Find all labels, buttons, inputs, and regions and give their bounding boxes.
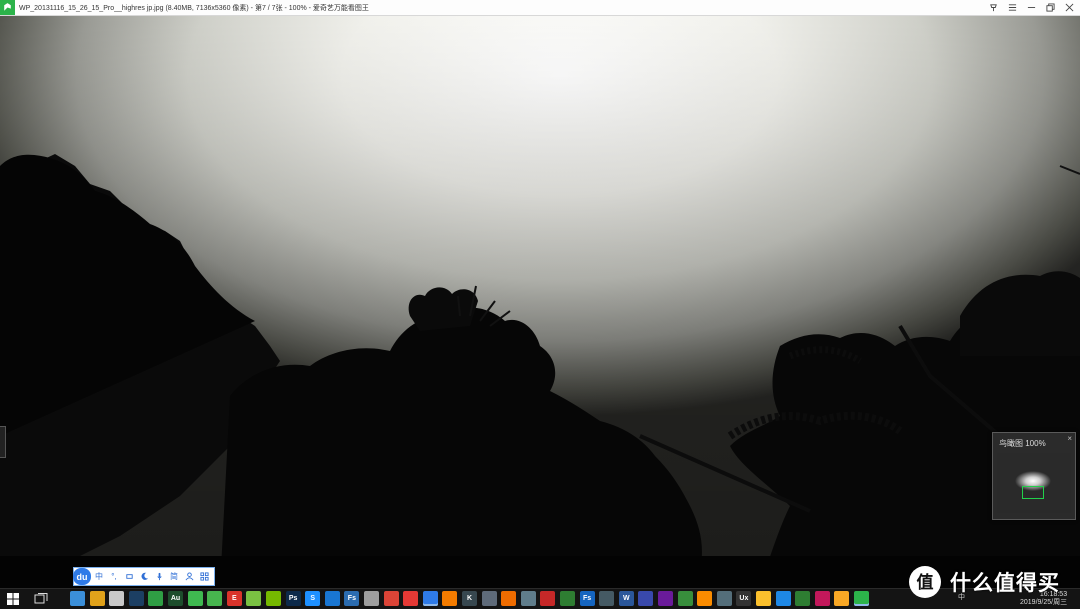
- minimize-icon[interactable]: [1026, 3, 1036, 13]
- ime-lang-toggle[interactable]: 中: [92, 569, 106, 584]
- watermark-logo-icon: 值: [909, 566, 941, 598]
- app-wechat2-icon[interactable]: [560, 591, 575, 606]
- navigator-viewport-rect[interactable]: [1022, 486, 1044, 499]
- left-scroll-handle[interactable]: [0, 426, 6, 458]
- app-sheet-icon[interactable]: [520, 591, 536, 606]
- ime-skin-icon[interactable]: [122, 569, 136, 584]
- app-cat-icon[interactable]: [364, 591, 379, 606]
- app-parrot-icon[interactable]: [246, 591, 262, 606]
- app-orange2-icon[interactable]: [501, 591, 517, 606]
- ime-simplified-toggle[interactable]: 简: [167, 569, 181, 584]
- ime-toolbar[interactable]: du 中 °, 简: [73, 567, 215, 586]
- navigator-panel[interactable]: 鸟瞰图 100% ×: [992, 432, 1076, 520]
- app-files-icon[interactable]: [599, 591, 615, 606]
- app-baidu-icon[interactable]: [422, 591, 438, 606]
- app-green-circle-icon[interactable]: [207, 591, 223, 606]
- app-steam-icon[interactable]: [128, 591, 144, 606]
- app-netease-icon[interactable]: [403, 591, 419, 606]
- ime-mic-icon[interactable]: [152, 569, 166, 584]
- app-audition-icon[interactable]: Au: [168, 591, 183, 606]
- app-wechat-icon[interactable]: [187, 591, 203, 606]
- navigator-title: 鸟瞰图 100%: [999, 439, 1046, 448]
- app-gallery-icon[interactable]: [716, 591, 732, 606]
- app-orange-icon[interactable]: [442, 591, 458, 606]
- image-canvas[interactable]: [0, 16, 1080, 588]
- watermark-text: 什么值得买: [950, 572, 1060, 595]
- ime-punct-icon[interactable]: °,: [107, 569, 121, 584]
- app-explorer-icon[interactable]: [834, 591, 850, 606]
- app-chrome-icon[interactable]: [383, 591, 399, 606]
- app-word-icon[interactable]: W: [618, 591, 634, 606]
- photo-tree-silhouettes: [0, 16, 1080, 588]
- task-view-icon[interactable]: [34, 593, 48, 605]
- navigator-close-button[interactable]: ×: [1067, 434, 1072, 443]
- app-k-icon[interactable]: K: [462, 591, 477, 606]
- title-bar[interactable]: WP_20131116_15_26_15_Pro__highres jp.jpg…: [0, 0, 1080, 16]
- app-blue-icon[interactable]: [70, 591, 85, 606]
- app-globe2-icon[interactable]: [677, 591, 693, 606]
- app-viewer-icon[interactable]: [854, 591, 869, 606]
- ime-moon-icon[interactable]: [137, 569, 151, 584]
- app-globe-icon[interactable]: [148, 591, 164, 606]
- navigator-thumbnail[interactable]: [997, 453, 1071, 513]
- app-photos-icon[interactable]: [638, 591, 654, 606]
- app-nvidia-icon[interactable]: [266, 591, 281, 606]
- app-logo-icon: [0, 0, 15, 15]
- app-fs-icon[interactable]: Fs: [344, 591, 360, 606]
- app-play-icon[interactable]: [324, 591, 340, 606]
- app-fs2-icon[interactable]: Fs: [579, 591, 595, 606]
- app-gray-icon[interactable]: [481, 591, 497, 606]
- restore-icon[interactable]: [1045, 3, 1055, 13]
- tray-date: 2019/9/25/周三: [1020, 599, 1068, 606]
- menu-icon[interactable]: [1007, 3, 1017, 13]
- window-title: WP_20131116_15_26_15_Pro__highres jp.jpg…: [19, 4, 369, 12]
- app-s-icon[interactable]: S: [305, 591, 321, 606]
- app-e-icon[interactable]: E: [226, 591, 242, 606]
- ime-logo[interactable]: du: [73, 568, 91, 585]
- app-arrow-icon[interactable]: [814, 591, 830, 606]
- watermark-logo-glyph: 值: [917, 572, 934, 593]
- app-orange3-icon[interactable]: [697, 591, 713, 606]
- app-evernote-icon[interactable]: [795, 591, 811, 606]
- ime-user-icon[interactable]: [182, 569, 196, 584]
- app-chrome2-icon[interactable]: [756, 591, 771, 606]
- app-u-icon[interactable]: Ux: [736, 591, 752, 606]
- close-icon[interactable]: [1064, 3, 1074, 13]
- windows-start-icon[interactable]: [6, 592, 20, 606]
- pin-icon[interactable]: [988, 3, 998, 13]
- app-red-icon[interactable]: [540, 591, 556, 606]
- app-photoshop-icon[interactable]: Ps: [285, 591, 301, 606]
- ime-grid-icon[interactable]: [197, 569, 211, 584]
- app-vs-icon[interactable]: [658, 591, 673, 606]
- app-feather-icon[interactable]: [775, 591, 791, 606]
- app-yellow-icon[interactable]: [89, 591, 105, 606]
- app-calendar-icon[interactable]: [109, 591, 125, 606]
